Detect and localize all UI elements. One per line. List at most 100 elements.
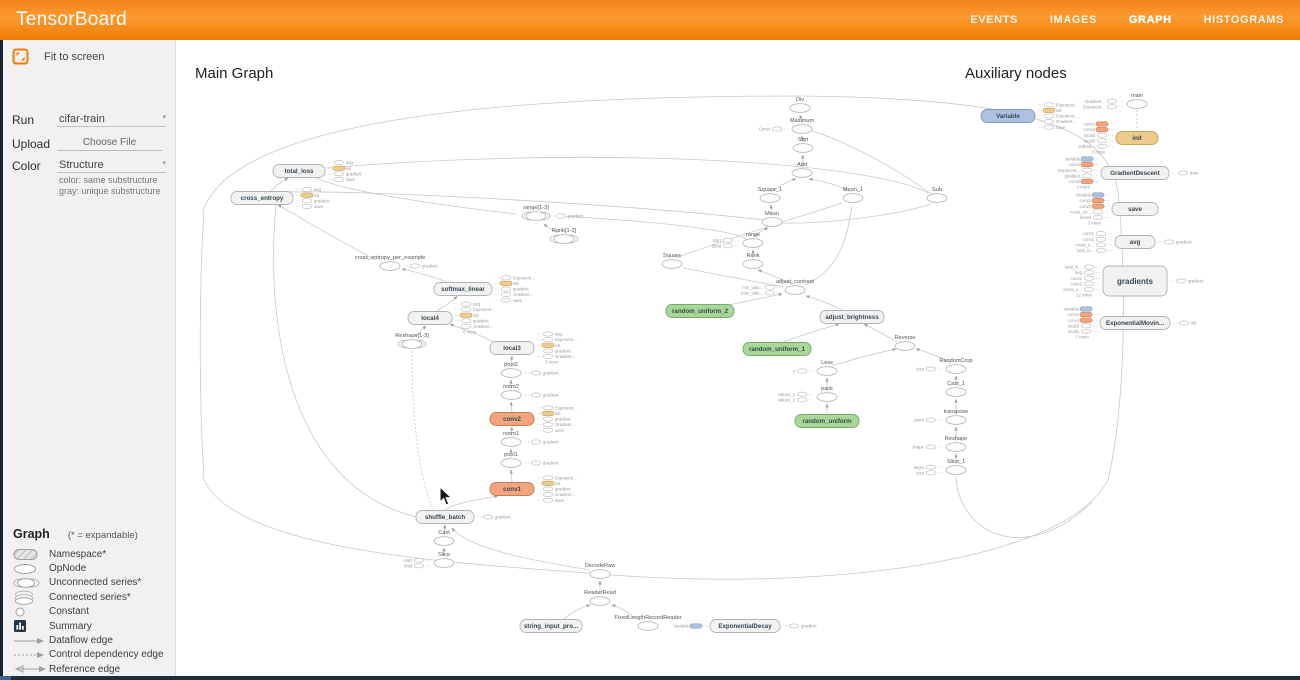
graph-node-softmax_linear[interactable]: softmax_linearExponent...initgradientGra…: [434, 275, 535, 302]
connected-series-icon: [13, 590, 49, 605]
svg-text:conv2: conv2: [1068, 318, 1080, 323]
graph-node-init[interactable]: initconv1conv2local3local4softma...3 mor…: [1079, 122, 1158, 155]
svg-text:Less: Less: [821, 360, 833, 366]
graph-node-maximum[interactable]: MaximumConst: [759, 118, 815, 133]
svg-text:conv1: conv1: [1068, 312, 1080, 317]
graph-node-random_uniform[interactable]: random_uniform: [795, 415, 859, 428]
svg-text:gradient: gradient: [346, 171, 362, 176]
graph-node-pack[interactable]: packvalues_1values_2: [778, 386, 837, 402]
svg-text:random_uniform: random_uniform: [802, 418, 852, 425]
svg-text:Mean_1: Mean_1: [843, 187, 863, 193]
graph-node-mean[interactable]: Mean: [762, 211, 782, 226]
graph-node-conv1[interactable]: conv1Exponent...initgradientGradient...s…: [490, 475, 577, 502]
graph-node-variable[interactable]: VariableExponent...initExponent...Gradie…: [981, 102, 1078, 129]
graph-node-save[interactable]: saveVariableconv1conv2cross_en...local33…: [1070, 193, 1158, 226]
graph-node-slice[interactable]: Slicestartlimit: [404, 552, 454, 568]
svg-text:conv1: conv1: [1069, 162, 1081, 167]
svg-text:GradientDescent: GradientDescent: [1110, 170, 1160, 177]
graph-node-transpose[interactable]: transposeperm: [914, 409, 968, 424]
svg-text:ExponentialDecay: ExponentialDecay: [718, 623, 772, 630]
svg-text:Square_1: Square_1: [758, 187, 782, 193]
nav-images[interactable]: IMAGES: [1050, 14, 1097, 26]
graph-node-mean_1[interactable]: Mean_1: [843, 187, 863, 202]
graph-node-square[interactable]: Square: [662, 253, 682, 268]
graph-node-random_uniform_1[interactable]: random_uniform_1: [743, 343, 811, 356]
svg-text:gradient: gradient: [422, 264, 438, 269]
graph-node-add[interactable]: Add: [792, 162, 812, 177]
nav-graph[interactable]: GRAPH: [1129, 14, 1172, 26]
nav-histograms[interactable]: HISTOGRAMS: [1204, 14, 1284, 26]
graph-node-cast[interactable]: Cast: [434, 530, 454, 545]
graph-node-exponentialmovin[interactable]: ExponentialMovin...Variableconv1conv2loc…: [1064, 307, 1198, 340]
graph-node-readerread[interactable]: ReaderRead: [584, 590, 616, 605]
graph-node-rank-1-2[interactable]: Rank[1-2]: [550, 228, 578, 243]
graph-node-gradientdescent[interactable]: GradientDescentVariableconv1Exponent...g…: [1058, 157, 1199, 190]
graph-node-cross_entropy[interactable]: cross_entropyavginitgradientsave: [231, 187, 330, 209]
graph-node-reshape-1-3[interactable]: Reshape[1-3]: [395, 333, 429, 348]
legend-item-constant: Constant: [13, 605, 171, 619]
graph-node-main-op[interactable]: mainGradient...Exponent...: [1083, 93, 1147, 109]
svg-text:Exponent...: Exponent...: [1083, 104, 1105, 109]
svg-text:local4: local4: [1084, 138, 1096, 143]
choose-file-button[interactable]: Choose File: [57, 135, 162, 151]
graph-node-range-1-3[interactable]: range[1-3]gradient: [522, 205, 584, 220]
svg-text:Gradient...: Gradient...: [513, 292, 533, 297]
graph-node-exponentialdecay[interactable]: ExponentialDecayVariablegradient: [674, 620, 818, 633]
svg-text:pack: pack: [821, 386, 833, 392]
nav-events[interactable]: EVENTS: [970, 14, 1018, 26]
graph-node-rank[interactable]: Rank: [743, 253, 763, 268]
graph-node-cast_1[interactable]: Cast_1: [946, 381, 966, 396]
graph-node-pool1[interactable]: pool1gradient: [501, 452, 559, 467]
graph-node-sqrt[interactable]: Sqrt: [793, 137, 813, 152]
graph-node-reshape[interactable]: Reshapeshape: [912, 436, 967, 451]
graph-node-adjust_contrast[interactable]: adjust_contrastmin_valu...max_valu...: [741, 279, 814, 295]
graph-node-norm1[interactable]: norm1gradient: [501, 431, 559, 446]
graph-edge: [402, 269, 450, 283]
color-select[interactable]: Structure ▾: [57, 158, 166, 173]
svg-text:cross_entropy_per_example: cross_entropy_per_example: [355, 255, 426, 261]
run-select[interactable]: cifar-train ▾: [57, 112, 166, 127]
svg-text:init: init: [1132, 135, 1141, 142]
svg-text:main: main: [1131, 93, 1143, 99]
svg-text:random_uniform_2: random_uniform_2: [672, 308, 729, 315]
svg-text:y: y: [793, 369, 796, 374]
svg-text:conv1: conv1: [1080, 198, 1092, 203]
svg-text:gradient: gradient: [1176, 240, 1192, 245]
svg-text:7 more: 7 more: [1076, 335, 1090, 340]
unconnected-series-icon: [13, 577, 49, 589]
svg-text:conv1: conv1: [1071, 276, 1083, 281]
graph-node-randomcrop[interactable]: RandomCropsize: [916, 358, 972, 373]
graph-node-gradients[interactable]: gradientstotal_lo...avgconv1conv2cross_e…: [1063, 265, 1204, 298]
graph-node-local3[interactable]: local3avgExponent...initgradientGradient…: [490, 332, 577, 365]
svg-text:Reshape[1-3]: Reshape[1-3]: [395, 333, 429, 339]
fit-to-screen-button[interactable]: Fit to screen: [12, 48, 105, 65]
svg-text:norm2: norm2: [503, 384, 519, 390]
graph-node-local4[interactable]: local4avgExponent...initgradientGradient…: [408, 302, 495, 335]
graph-node-reverse[interactable]: Reverse: [895, 335, 916, 350]
graph-node-adjust_brightness[interactable]: adjust_brightness: [820, 311, 884, 324]
graph-node-cross_entropy_per_example[interactable]: cross_entropy_per_example gradient: [355, 255, 439, 270]
graph-node-range[interactable]: rangestartdelta: [712, 232, 763, 248]
graph-node-sub[interactable]: Sub: [927, 187, 947, 202]
svg-text:save: save: [346, 177, 356, 182]
svg-text:save: save: [1128, 206, 1142, 213]
svg-text:Exponent...: Exponent...: [1056, 102, 1078, 107]
svg-text:Sub: Sub: [932, 187, 942, 193]
graph-node-avg[interactable]: avgconv1conv2cross_e...total_lo...gradie…: [1075, 231, 1192, 253]
graph-node-less[interactable]: Less y: [793, 360, 837, 375]
svg-text:save: save: [513, 298, 523, 303]
graph-node-square_1[interactable]: Square_1: [758, 187, 782, 202]
graph-node-string_input[interactable]: string_input_pro...: [520, 620, 582, 633]
graph-node-random_uniform_2[interactable]: random_uniform_2: [666, 305, 734, 318]
legend-item-reference-edge: Reference edge: [13, 662, 171, 676]
graph-node-decoderaw[interactable]: DecodeRaw: [585, 563, 616, 578]
graph-node-conv2[interactable]: conv2Exponent...initgradientGradient...s…: [490, 405, 577, 432]
run-value: cifar-train: [59, 113, 105, 125]
graph-node-shuffle_batch[interactable]: shuffle_batchgradient: [416, 511, 511, 524]
svg-text:Exponent...: Exponent...: [555, 337, 577, 342]
graph-node-fixedlengthrecordreader[interactable]: FixedLengthRecordReader: [614, 615, 681, 630]
graph-node-slice_1[interactable]: Slice_1beginsize: [913, 459, 966, 475]
graph-node-norm2[interactable]: norm2gradient: [501, 384, 559, 399]
svg-text:Exponent...: Exponent...: [1056, 114, 1078, 119]
graph-node-div[interactable]: Div: [790, 97, 810, 112]
